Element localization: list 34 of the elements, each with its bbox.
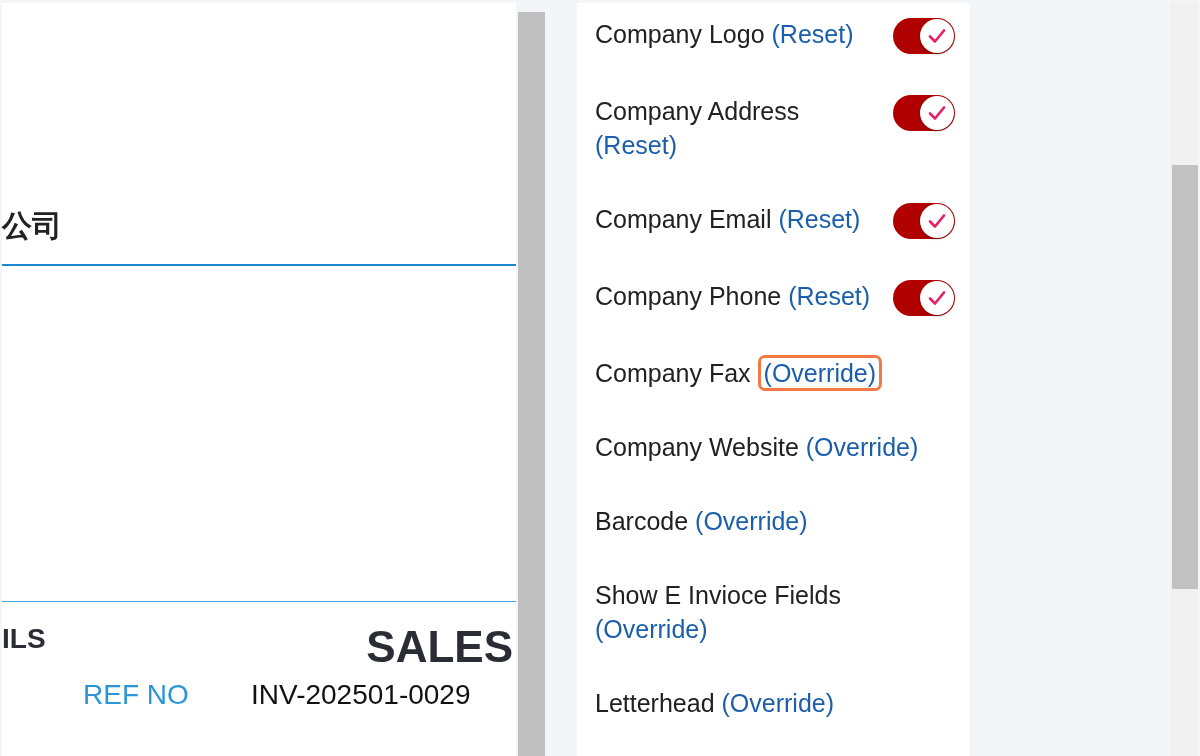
toggle-switch[interactable] <box>893 95 955 131</box>
ref-label: REF NO <box>83 678 190 712</box>
setting-label: Show E Invioce Fields <box>595 581 841 609</box>
check-icon <box>920 96 954 130</box>
scrollbar-thumb[interactable] <box>1172 165 1198 589</box>
document-title: SALES <box>366 622 513 672</box>
setting-label: Company Phone <box>595 282 782 310</box>
check-icon <box>920 281 954 315</box>
ref-value: INV-202501-0029 <box>251 678 471 712</box>
action-link[interactable]: (Reset) <box>788 282 871 310</box>
setting-label: Letterhead <box>595 689 715 717</box>
setting-label: Company Email <box>595 205 772 233</box>
check-icon <box>920 204 954 238</box>
toggle-switch[interactable] <box>893 18 955 54</box>
setting-label: Company Logo <box>595 20 765 48</box>
action-link[interactable]: (Override) <box>695 507 808 535</box>
toggle-switch[interactable] <box>893 203 955 239</box>
check-icon <box>920 19 954 53</box>
section-heading: ILS <box>2 622 46 656</box>
action-link[interactable]: (Reset) <box>778 205 861 233</box>
setting-label: Company Fax <box>595 359 751 387</box>
action-link[interactable]: (Override) <box>721 689 834 717</box>
toggle-switch[interactable] <box>893 280 955 316</box>
scrollbar-track[interactable] <box>1170 3 1198 756</box>
action-link[interactable]: (Reset) <box>771 20 854 48</box>
setting-label: Company Website <box>595 433 799 461</box>
scrollbar-thumb[interactable] <box>518 12 545 756</box>
company-name: 公司 <box>2 208 63 244</box>
action-link[interactable]: (Override) <box>805 433 919 461</box>
setting-label: Company Address <box>595 97 800 125</box>
action-link[interactable]: (Override) <box>757 355 883 391</box>
setting-label: Barcode <box>595 507 689 535</box>
action-link[interactable]: (Reset) <box>595 131 677 159</box>
action-link[interactable]: (Override) <box>595 615 708 643</box>
